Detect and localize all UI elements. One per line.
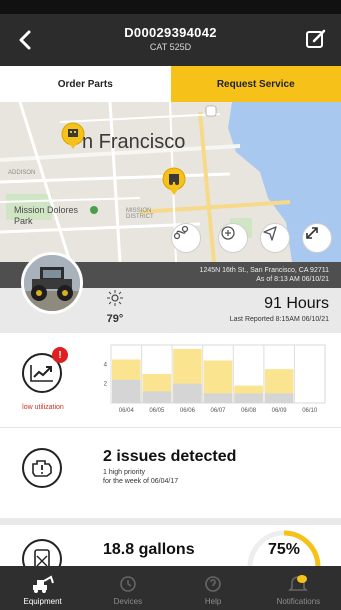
chart-x-tick-label: 06/07 [210, 408, 226, 414]
sun-icon [107, 290, 123, 306]
map-navigate-button[interactable] [260, 223, 290, 253]
nav-help[interactable]: Help [171, 566, 256, 610]
chart-y-tick-label: 4 [104, 362, 108, 368]
fuel-gallons: 18.8 gallons [103, 541, 195, 558]
equipment-photo[interactable] [21, 252, 83, 314]
chart-bar-secondary [234, 393, 263, 403]
service-icon [221, 226, 235, 240]
chart-x-tick-label: 06/08 [241, 408, 257, 414]
map-route-button[interactable] [171, 223, 201, 253]
route-icon [173, 225, 189, 240]
trend-up-icon [30, 365, 53, 382]
utilization-card[interactable]: ! low utilization 06/04 06/05 06/06 06/07 06… [0, 333, 341, 428]
issues-subtitle: 1 high priority for the week of 06/04/17 [103, 468, 178, 486]
app-header: D00029394042 CAT 525D [0, 14, 341, 66]
chart-bar-secondary [173, 383, 202, 403]
map-expand-button[interactable] [302, 223, 332, 253]
issues-card[interactable]: 2 issues detected 1 high priority for th… [0, 428, 341, 518]
issues-title: 2 issues detected [103, 448, 237, 465]
device-icon [116, 573, 140, 595]
map-service-button[interactable] [218, 223, 248, 253]
nav-notifications-label: Notifications [276, 597, 321, 606]
location-map[interactable]: n Francisco Mission Dolores Park ADDISON… [0, 102, 341, 262]
bell-icon [286, 573, 310, 595]
chart-x-tick-label: 06/06 [180, 408, 196, 414]
equipment-model-subtitle: CAT 525D [149, 42, 192, 52]
machine-hours: 91 Hours [264, 295, 329, 312]
issues-priority-text: 1 high priority [103, 469, 146, 476]
nav-devices-label: Devices [113, 597, 143, 606]
low-utilization-label: low utilization [22, 404, 64, 411]
chart-bar-secondary [264, 393, 294, 403]
status-bar [0, 0, 341, 14]
expand-icon [306, 227, 318, 239]
issues-week-text: for the week of 06/04/17 [103, 478, 179, 485]
chart-x-tick-label: 06/04 [119, 408, 135, 414]
action-tabs: Order Parts Request Service [0, 66, 341, 102]
chart-bar-secondary [112, 379, 141, 403]
utilization-chart[interactable]: 06/04 06/05 06/06 06/07 06/08 06/09 06/10 4 2 [93, 341, 331, 419]
chart-x-tick-label: 06/10 [302, 408, 318, 414]
nav-equipment[interactable]: Equipment [0, 566, 85, 610]
edit-icon [306, 29, 326, 48]
weather-widget: 79° [100, 290, 130, 325]
chart-bar-secondary [142, 391, 172, 403]
last-reported-text: Last Reported 8:15AM 06/10/21 [229, 316, 329, 323]
map-district-label: MISSION DISTRICT [126, 208, 154, 220]
tab-request-service[interactable]: Request Service [170, 66, 341, 102]
alert-badge: ! [52, 347, 68, 363]
nav-equipment-label: Equipment [23, 597, 62, 606]
chart-x-tick-label: 06/05 [149, 408, 165, 414]
engine-icon-wrap [22, 448, 62, 488]
engine-alert-icon [32, 460, 52, 477]
edit-button[interactable] [305, 28, 327, 50]
chart-y-tick-label: 2 [104, 382, 108, 388]
bottom-navigation: Equipment Devices Help Notifications [0, 566, 341, 610]
map-street-label: ADDISON [8, 170, 36, 176]
excavator-icon [31, 573, 55, 595]
map-park-label: Mission Dolores Park [14, 205, 79, 226]
nav-help-label: Help [204, 597, 222, 606]
tab-order-parts[interactable]: Order Parts [0, 66, 171, 102]
map-city-label: n Francisco [82, 131, 186, 153]
equipment-id-title: D00029394042 [124, 25, 217, 40]
navigate-icon [263, 226, 277, 241]
help-icon [201, 573, 225, 595]
nav-notifications[interactable]: Notifications [256, 566, 341, 610]
temperature-value: 79° [106, 313, 124, 325]
loader-image [24, 255, 80, 311]
nav-devices[interactable]: Devices [85, 566, 170, 610]
chart-bar-secondary [203, 393, 233, 403]
fuel-percent: 75% [267, 541, 301, 558]
chart-x-tick-label: 06/09 [272, 408, 288, 414]
